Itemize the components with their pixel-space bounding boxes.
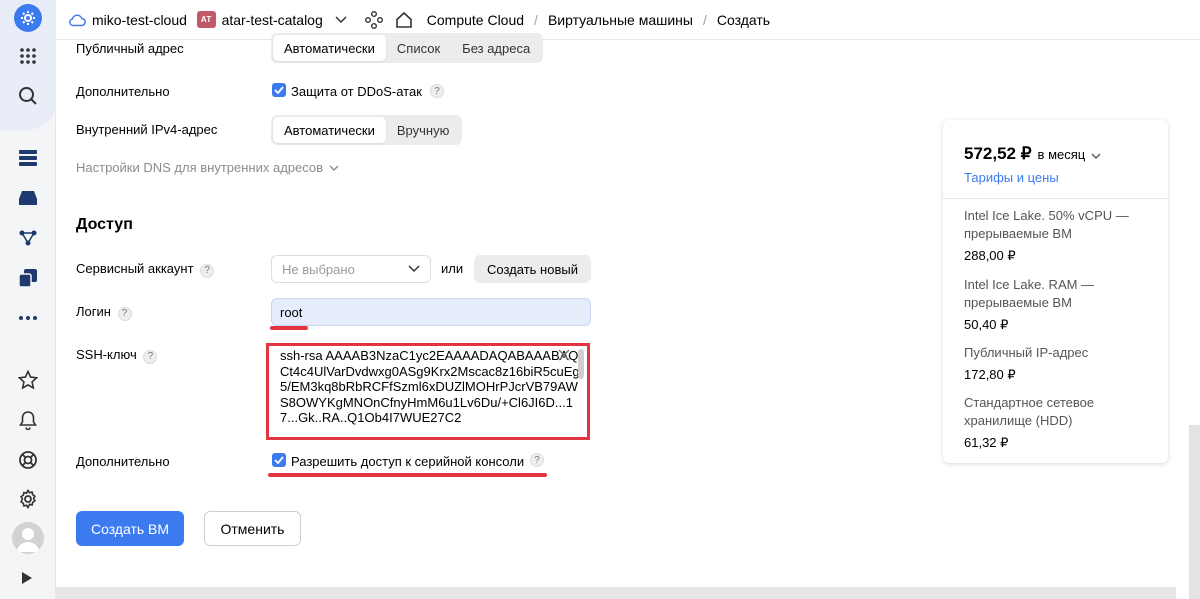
price-item-value: 50,40 ₽ [964, 317, 1009, 332]
notifications-bell-icon[interactable] [16, 408, 40, 432]
clear-icon[interactable] [557, 348, 571, 362]
more-services-icon[interactable] [16, 306, 40, 330]
ddos-label[interactable]: Защита от DDoS-атак [291, 84, 422, 99]
service-account-select[interactable]: Не выбрано [271, 255, 431, 283]
dns-settings-label: Настройки DNS для внутренних адресов [76, 160, 324, 175]
ssh-scrollbar[interactable] [578, 349, 584, 379]
serial-console-checkbox[interactable] [272, 453, 286, 467]
service-account-help-icon[interactable]: ? [200, 263, 215, 278]
expand-rail-icon[interactable] [20, 571, 34, 585]
price-total[interactable]: 572,52 ₽ в месяц [964, 144, 1101, 164]
login-input[interactable]: root [271, 298, 591, 326]
dns-settings-toggle[interactable]: Настройки DNS для внутренних адресов [76, 160, 339, 175]
chevron-down-icon [408, 265, 420, 273]
folder-badge: AT [196, 11, 216, 28]
ssh-key-value: ssh-rsa AAAAB3NzaC1yc2EAAAADAQABAAABAQCt… [280, 348, 580, 426]
ssh-help-icon[interactable]: ? [143, 349, 158, 364]
breadcrumb-section[interactable]: Виртуальные машины [548, 12, 693, 28]
price-item: Intel Ice Lake. RAM — прерываемые ВМ 50,… [964, 276, 1154, 334]
ssh-key-textarea[interactable]: ssh-rsa AAAAB3NzaC1yc2EAAAADAQABAAABAQCt… [266, 343, 590, 440]
chevron-down-icon [1091, 153, 1101, 159]
public-address-label: Публичный адрес [76, 41, 184, 56]
breadcrumb-service[interactable]: Compute Cloud [427, 12, 524, 28]
cancel-button[interactable]: Отменить [204, 511, 301, 546]
chevron-down-icon [329, 165, 339, 171]
login-help-icon[interactable]: ? [117, 306, 132, 321]
yandex-cloud-logo-icon[interactable] [14, 4, 42, 32]
login-label-text: Логин [76, 304, 111, 319]
breadcrumb-separator: / [534, 11, 538, 28]
breadcrumb-folder[interactable]: AT atar-test-catalog [196, 11, 347, 28]
page-scrollbar[interactable] [1189, 425, 1200, 599]
public-address-auto[interactable]: Автоматически [273, 35, 386, 61]
serial-console-label[interactable]: Разрешить доступ к серийной консоли [291, 454, 524, 469]
price-summary-card: 572,52 ₽ в месяц Тарифы и цены Intel Ice… [943, 120, 1168, 463]
favorites-star-icon[interactable] [16, 368, 40, 392]
price-item-name: Публичный IP-адрес [964, 345, 1089, 360]
breadcrumb-current: Создать [716, 11, 771, 28]
check-icon [274, 86, 284, 94]
internal-ipv4-switch: Автоматически Вручную [271, 115, 463, 145]
tariffs-link[interactable]: Тарифы и цены [964, 170, 1059, 185]
price-amount: 572,52 ₽ [964, 144, 1032, 163]
search-icon[interactable] [16, 84, 40, 108]
price-item-value: 61,32 ₽ [964, 435, 1009, 450]
service-account-label: Сервисный аккаунт ? [76, 261, 215, 278]
login-highlight-underline [270, 326, 308, 330]
access-section-title: Доступ [76, 216, 133, 233]
price-item: Стандартное сетевое хранилище (HDD) 61,3… [964, 394, 1154, 452]
breadcrumb: miko-test-cloud AT atar-test-catalog Com… [56, 0, 1200, 40]
storage-disk-icon[interactable] [16, 186, 40, 210]
price-item: Intel Ice Lake. 50% vCPU — прерываемые В… [964, 207, 1154, 265]
price-item-value: 172,80 ₽ [964, 367, 1016, 382]
horizontal-scrollbar[interactable] [56, 587, 1176, 599]
ddos-help-icon[interactable]: ? [430, 84, 444, 98]
breadcrumb-separator: / [702, 11, 707, 28]
or-text: или [441, 261, 464, 276]
settings-gear-icon[interactable] [16, 487, 40, 511]
support-lifebuoy-icon[interactable] [16, 448, 40, 472]
price-period: в месяц [1037, 147, 1086, 162]
network-additional-label: Дополнительно [76, 84, 170, 99]
price-divider [943, 198, 1168, 199]
check-icon [274, 456, 284, 464]
price-item-name: Intel Ice Lake. 50% vCPU — прерываемые В… [964, 208, 1129, 241]
cloud-icon [69, 14, 86, 26]
public-address-none[interactable]: Без адреса [451, 35, 541, 61]
public-address-switch: Автоматически Список Без адреса [271, 33, 544, 63]
create-vm-button[interactable]: Создать ВМ [76, 511, 184, 546]
price-item-name: Intel Ice Lake. RAM — прерываемые ВМ [964, 277, 1095, 310]
price-item-value: 288,00 ₽ [964, 248, 1016, 263]
ddos-checkbox[interactable] [272, 83, 286, 97]
ssh-key-label: SSH-ключ ? [76, 347, 158, 364]
price-item: Публичный IP-адрес 172,80 ₽ [964, 344, 1154, 384]
internal-ipv4-manual[interactable]: Вручную [386, 117, 460, 143]
login-value: root [280, 304, 303, 320]
service-account-label-text: Сервисный аккаунт [76, 261, 194, 276]
public-address-list[interactable]: Список [386, 35, 451, 61]
breadcrumb-cloud[interactable]: miko-test-cloud [68, 12, 187, 28]
compute-servers-icon[interactable] [16, 146, 40, 170]
access-additional-label: Дополнительно [76, 454, 170, 469]
chevron-down-icon[interactable] [335, 15, 347, 24]
service-account-placeholder: Не выбрано [282, 261, 355, 277]
internal-ipv4-label: Внутренний IPv4-адрес [76, 122, 218, 137]
login-label: Логин ? [76, 304, 132, 321]
images-copy-icon[interactable] [16, 266, 40, 290]
user-avatar[interactable] [12, 522, 44, 554]
internal-ipv4-auto[interactable]: Автоматически [273, 117, 386, 143]
create-service-account-button[interactable]: Создать новый [474, 255, 591, 283]
serial-console-help-icon[interactable]: ? [530, 453, 544, 467]
left-nav-rail [0, 0, 56, 599]
folder-name: atar-test-catalog [221, 11, 323, 28]
price-item-name: Стандартное сетевое хранилище (HDD) [964, 395, 1095, 428]
network-icon[interactable] [16, 226, 40, 250]
ssh-key-label-text: SSH-ключ [76, 347, 137, 362]
serial-console-highlight-underline [268, 473, 547, 477]
services-grid-icon[interactable] [16, 44, 40, 68]
cloud-name: miko-test-cloud [92, 11, 187, 28]
home-icon[interactable] [395, 11, 413, 29]
services-hub-icon[interactable] [364, 10, 383, 29]
